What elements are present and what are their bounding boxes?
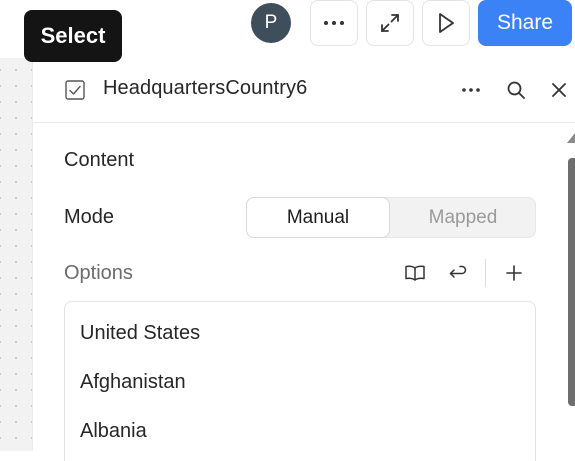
add-option-button[interactable] — [502, 261, 526, 285]
panel-close-button[interactable] — [547, 78, 571, 102]
mode-segmented-control: Manual Mapped — [246, 197, 536, 238]
close-icon — [552, 83, 566, 97]
panel-title: HeadquartersCountry6 — [103, 77, 308, 99]
options-label: Options — [64, 262, 133, 284]
more-horizontal-icon — [462, 88, 480, 92]
options-list: United States Afghanistan Albania — [64, 301, 536, 461]
select-tooltip: Select — [24, 10, 122, 62]
expand-icon — [381, 14, 399, 32]
expand-button[interactable] — [366, 0, 414, 46]
panel-more-button[interactable] — [459, 78, 483, 102]
search-icon — [507, 81, 525, 99]
options-return-button[interactable] — [446, 261, 470, 285]
share-button[interactable]: Share — [478, 0, 572, 46]
list-item[interactable]: United States — [80, 322, 200, 345]
options-divider — [485, 259, 486, 287]
user-avatar[interactable]: P — [251, 3, 291, 43]
checkbox-icon — [65, 80, 85, 100]
avatar-initial: P — [264, 12, 278, 33]
play-icon — [439, 13, 454, 33]
panel-scrollbar[interactable] — [568, 158, 575, 406]
book-icon — [405, 265, 425, 281]
panel-search-button[interactable] — [504, 78, 528, 102]
panel-header: HeadquartersCountry6 — [33, 58, 575, 123]
scroll-up-arrow[interactable] — [567, 133, 575, 143]
more-horizontal-icon — [324, 21, 344, 25]
content-section-title: Content — [64, 149, 135, 171]
properties-panel: HeadquartersCountry6 Content Mode Manual… — [32, 58, 575, 461]
share-label: Share — [496, 11, 554, 34]
mode-option-mapped[interactable]: Mapped — [391, 198, 535, 237]
preview-play-button[interactable] — [422, 0, 470, 46]
return-icon — [449, 265, 467, 278]
list-item[interactable]: Albania — [80, 420, 147, 443]
more-options-button[interactable] — [310, 0, 358, 46]
mode-option-manual[interactable]: Manual — [246, 197, 390, 238]
list-item[interactable]: Afghanistan — [80, 371, 186, 394]
canvas-area — [0, 58, 32, 451]
plus-icon — [506, 265, 522, 281]
options-book-button[interactable] — [403, 261, 427, 285]
tooltip-text: Select — [40, 23, 106, 48]
mode-label: Mode — [64, 206, 115, 228]
